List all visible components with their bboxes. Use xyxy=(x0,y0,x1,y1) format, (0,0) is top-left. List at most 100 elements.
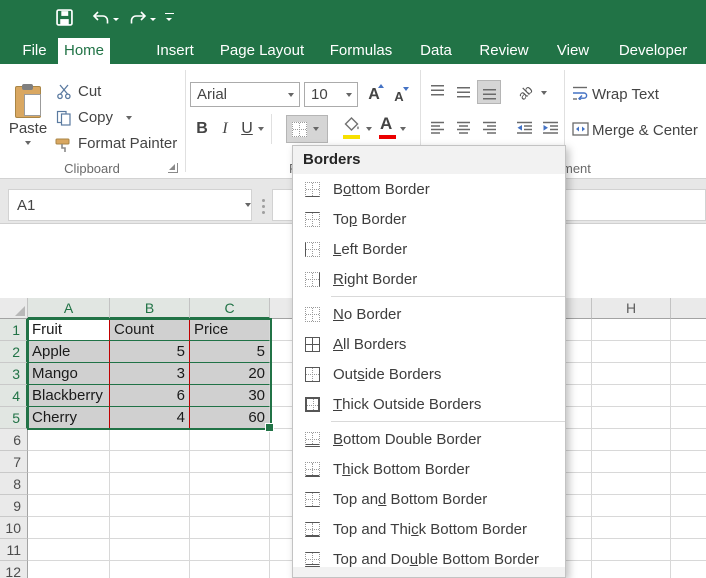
column-header-B[interactable]: B xyxy=(110,298,190,319)
tab-file[interactable]: File xyxy=(14,38,55,64)
cell-H5[interactable] xyxy=(592,407,671,429)
cell-C2[interactable]: 5 xyxy=(190,341,270,363)
borders-button[interactable] xyxy=(286,115,328,143)
cell-C8[interactable] xyxy=(190,473,270,495)
wrap-text-icon[interactable] xyxy=(572,86,588,100)
row-header-6[interactable]: 6 xyxy=(0,429,28,451)
tab-review[interactable]: Review xyxy=(472,38,536,64)
row-header-2[interactable]: 2 xyxy=(0,341,28,363)
cell-B9[interactable] xyxy=(110,495,190,517)
merge-center-icon[interactable] xyxy=(572,122,589,136)
cell-I10[interactable] xyxy=(671,517,706,539)
paste-button[interactable]: Paste xyxy=(6,70,50,158)
orientation-button[interactable]: ab xyxy=(512,80,538,104)
top-align-button[interactable] xyxy=(425,80,449,104)
cell-H3[interactable] xyxy=(592,363,671,385)
cell-A11[interactable] xyxy=(28,539,110,561)
cell-I7[interactable] xyxy=(671,451,706,473)
tab-insert[interactable]: Insert xyxy=(145,38,205,64)
select-all-button[interactable] xyxy=(0,298,28,319)
cell-I5[interactable] xyxy=(671,407,706,429)
fill-color-icon[interactable] xyxy=(343,117,361,132)
cell-C4[interactable]: 30 xyxy=(190,385,270,407)
undo-icon[interactable] xyxy=(92,11,110,26)
cell-B2[interactable]: 5 xyxy=(110,341,190,363)
align-center-button[interactable] xyxy=(451,116,475,140)
cell-B8[interactable] xyxy=(110,473,190,495)
increase-indent-button[interactable] xyxy=(538,116,562,140)
menu-item-thick-bottom-border[interactable]: Thick Bottom Border xyxy=(293,454,565,484)
tab-formulas[interactable]: Formulas xyxy=(329,38,393,64)
decrease-font-size-button[interactable]: A xyxy=(389,86,409,106)
name-box[interactable]: A1 xyxy=(8,189,252,221)
row-header-11[interactable]: 11 xyxy=(0,539,28,561)
cell-C6[interactable] xyxy=(190,429,270,451)
tab-page-layout[interactable]: Page Layout xyxy=(211,38,313,64)
cell-B12[interactable] xyxy=(110,561,190,578)
column-header-I[interactable]: I xyxy=(671,298,706,319)
copy-dropdown-caret[interactable] xyxy=(126,116,132,120)
font-size-caret[interactable] xyxy=(346,93,352,97)
menu-item-outside-borders[interactable]: Outside Borders xyxy=(293,359,565,389)
cell-I11[interactable] xyxy=(671,539,706,561)
menu-item-thick-outside-borders[interactable]: Thick Outside Borders xyxy=(293,389,565,419)
column-header-A[interactable]: A xyxy=(28,298,110,319)
redo-icon[interactable] xyxy=(129,11,147,26)
cell-A3[interactable]: Mango xyxy=(28,363,110,385)
cell-I1[interactable] xyxy=(671,319,706,341)
clipboard-dialog-launcher-icon[interactable] xyxy=(168,163,178,173)
font-size-combo[interactable]: 10 xyxy=(304,82,358,107)
cell-C5[interactable]: 60 xyxy=(190,407,270,429)
customize-qat-icon[interactable] xyxy=(165,13,174,14)
menu-item-right-border[interactable]: Right Border xyxy=(293,264,565,294)
bold-button[interactable]: B xyxy=(192,116,212,142)
menu-item-top-and-bottom-border[interactable]: Top and Bottom Border xyxy=(293,484,565,514)
cell-A5[interactable]: Cherry xyxy=(28,407,110,429)
decrease-indent-button[interactable] xyxy=(512,116,536,140)
font-color-caret[interactable] xyxy=(400,127,406,131)
cell-A9[interactable] xyxy=(28,495,110,517)
underline-dropdown-caret[interactable] xyxy=(258,127,264,131)
font-name-combo[interactable]: Arial xyxy=(190,82,300,107)
cell-C3[interactable]: 20 xyxy=(190,363,270,385)
cell-H11[interactable] xyxy=(592,539,671,561)
bottom-align-button[interactable] xyxy=(477,80,501,104)
cell-C9[interactable] xyxy=(190,495,270,517)
align-right-button[interactable] xyxy=(477,116,501,140)
name-box-caret[interactable] xyxy=(245,203,251,207)
column-header-H[interactable]: H xyxy=(592,298,671,319)
cell-C11[interactable] xyxy=(190,539,270,561)
cell-H4[interactable] xyxy=(592,385,671,407)
cell-H9[interactable] xyxy=(592,495,671,517)
font-color-icon[interactable]: A xyxy=(380,114,392,134)
italic-button[interactable]: I xyxy=(216,116,234,142)
cell-B11[interactable] xyxy=(110,539,190,561)
row-header-7[interactable]: 7 xyxy=(0,451,28,473)
tab-home[interactable]: Home xyxy=(58,38,110,64)
cell-A8[interactable] xyxy=(28,473,110,495)
cell-B10[interactable] xyxy=(110,517,190,539)
cell-B6[interactable] xyxy=(110,429,190,451)
font-name-caret[interactable] xyxy=(288,93,294,97)
cut-icon[interactable] xyxy=(56,84,72,100)
row-header-8[interactable]: 8 xyxy=(0,473,28,495)
cell-A2[interactable]: Apple xyxy=(28,341,110,363)
cell-H8[interactable] xyxy=(592,473,671,495)
menu-item-top-border[interactable]: Top Border xyxy=(293,204,565,234)
cell-H2[interactable] xyxy=(592,341,671,363)
menu-item-bottom-border[interactable]: Bottom Border xyxy=(293,174,565,204)
row-header-4[interactable]: 4 xyxy=(0,385,28,407)
copy-label[interactable]: Copy xyxy=(78,109,113,126)
menu-item-no-border[interactable]: No Border xyxy=(293,299,565,329)
cell-I3[interactable] xyxy=(671,363,706,385)
cell-H1[interactable] xyxy=(592,319,671,341)
cell-B7[interactable] xyxy=(110,451,190,473)
paste-dropdown-caret[interactable] xyxy=(25,141,31,145)
cell-A10[interactable] xyxy=(28,517,110,539)
cell-B4[interactable]: 6 xyxy=(110,385,190,407)
row-header-9[interactable]: 9 xyxy=(0,495,28,517)
cell-B1[interactable]: Count xyxy=(110,319,190,341)
cell-A1[interactable]: Fruit xyxy=(28,319,110,341)
cell-A4[interactable]: Blackberry xyxy=(28,385,110,407)
formula-bar-grip-icon[interactable] xyxy=(262,196,265,217)
